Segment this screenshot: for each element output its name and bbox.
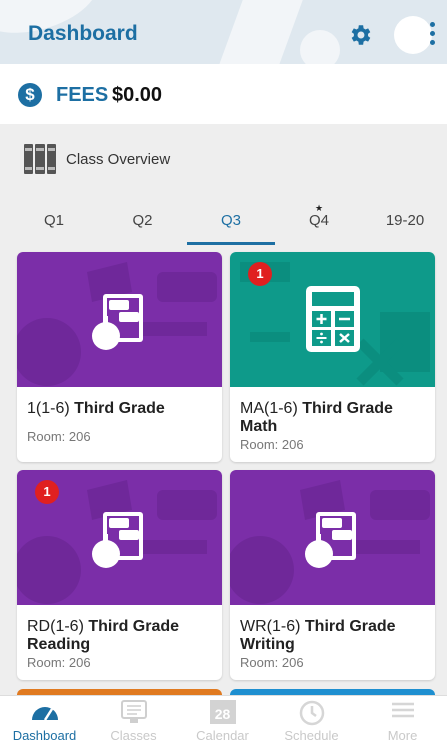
tab-q3[interactable]: Q3	[187, 194, 275, 246]
class-overview-title: Class Overview	[66, 151, 171, 168]
class-overview-section: Class Overview	[0, 124, 447, 194]
class-room: Room: 206	[27, 655, 91, 670]
class-name: WR(1-6) Third Grade Writing	[240, 618, 425, 654]
books-icon	[24, 144, 56, 174]
class-code: WR(1-6)	[240, 618, 301, 635]
notification-badge: 1	[248, 262, 272, 286]
speedometer-icon	[31, 707, 58, 721]
class-card[interactable]: 1(1-6) Third Grade Room: 206	[17, 252, 222, 462]
hamburger-icon	[391, 702, 414, 718]
class-title: Third Grade	[74, 400, 165, 417]
nav-label: Calendar	[196, 728, 249, 740]
tab-19-20[interactable]: 19-20	[363, 194, 447, 246]
tab-label: 19-20	[385, 211, 425, 229]
class-code: 1(1-6)	[27, 400, 70, 417]
apple-book-icon	[92, 294, 143, 350]
class-name: MA(1-6) Third Grade Math	[240, 400, 425, 436]
header-decoration	[213, 0, 307, 64]
fees-bar[interactable]: $ FEES $0.00	[0, 64, 447, 124]
class-code: MA(1-6)	[240, 400, 298, 417]
more-vert-icon[interactable]	[430, 22, 438, 48]
class-card[interactable]: 1 MA(1-6) Third Grade Math Room: 206	[230, 252, 435, 462]
nav-classes[interactable]: Classes	[89, 696, 178, 740]
bottom-navigation: Dashboard Classes 28 Calendar Schedule M…	[0, 695, 447, 740]
dollar-icon: $	[18, 83, 42, 107]
nav-label: Schedule	[284, 728, 339, 740]
nav-label: More	[387, 728, 418, 740]
tab-label: Q3	[220, 211, 241, 229]
class-card[interactable]: WR(1-6) Third Grade Writing Room: 206	[230, 470, 435, 680]
header-decoration	[300, 30, 340, 64]
calendar-icon: 28	[209, 700, 236, 724]
fees-amount: $0.00	[112, 84, 163, 106]
tab-q4[interactable]: ★ Q4	[275, 194, 363, 246]
nav-dashboard[interactable]: Dashboard	[0, 696, 89, 740]
star-icon: ★	[314, 203, 324, 213]
nav-calendar[interactable]: 28 Calendar	[178, 696, 267, 740]
tab-label: Q4	[308, 211, 329, 229]
tab-label: Q1	[43, 211, 64, 229]
class-name: RD(1-6) Third Grade Reading	[27, 618, 212, 654]
app-header: Dashboard	[0, 0, 447, 64]
quarter-tabs: Q1 Q2 Q3 ★ Q4 19-20	[0, 194, 447, 246]
apple-book-icon	[92, 512, 143, 568]
active-tab-indicator	[187, 242, 275, 245]
class-room: Room: 206	[27, 429, 91, 444]
nav-label: Dashboard	[12, 728, 77, 740]
tab-q1[interactable]: Q1	[10, 194, 98, 246]
tab-label: Q2	[132, 211, 153, 229]
notification-badge: 1	[35, 480, 59, 504]
fees-label: FEES	[56, 84, 109, 106]
nav-label: Classes	[110, 728, 157, 740]
monitor-icon	[120, 700, 147, 723]
avatar[interactable]	[394, 16, 432, 54]
class-banner	[17, 252, 222, 387]
apple-book-icon	[305, 512, 356, 568]
tab-q2[interactable]: Q2	[98, 194, 187, 246]
nav-schedule[interactable]: Schedule	[267, 696, 356, 740]
calculator-icon	[306, 286, 360, 352]
nav-more[interactable]: More	[358, 696, 447, 740]
clock-icon	[299, 700, 324, 726]
gear-icon[interactable]	[347, 22, 373, 48]
page-title: Dashboard	[28, 22, 138, 45]
class-code: RD(1-6)	[27, 618, 84, 635]
class-room: Room: 206	[240, 655, 304, 670]
class-name: 1(1-6) Third Grade	[27, 400, 212, 418]
class-room: Room: 206	[240, 437, 304, 452]
class-card[interactable]: 1 RD(1-6) Third Grade Reading Room: 206	[17, 470, 222, 680]
class-banner	[230, 470, 435, 605]
